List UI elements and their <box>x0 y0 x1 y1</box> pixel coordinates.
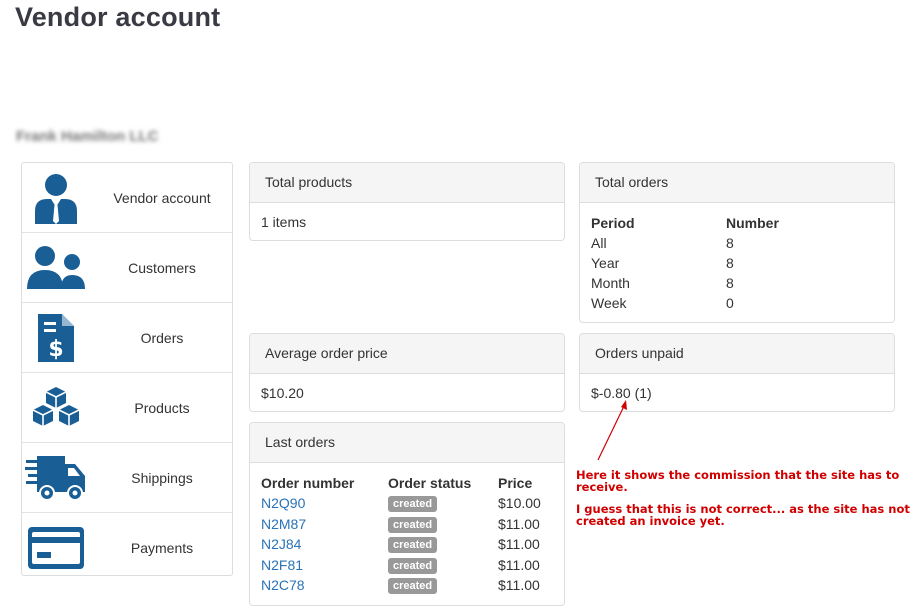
total-orders-panel: Total orders Period Number All 8 Year 8 … <box>579 162 895 323</box>
column-header: Order status <box>388 475 472 491</box>
total-orders-table: Period Number All 8 Year 8 Month 8 Week … <box>591 213 779 313</box>
period-cell: Month <box>591 275 630 291</box>
sidebar-item-shippings[interactable]: Shippings <box>22 443 232 513</box>
average-order-price-panel: Average order price $10.20 <box>249 333 565 412</box>
column-header: Price <box>498 475 533 491</box>
status-badge: created <box>388 537 438 554</box>
order-number-link[interactable]: N2M87 <box>261 516 306 532</box>
table-row: Month 8 <box>591 273 779 293</box>
order-number-link[interactable]: N2F81 <box>261 557 303 573</box>
price-cell: $10.00 <box>498 495 541 512</box>
table-row: N2F81 created $11.00 <box>261 555 541 576</box>
truck-icon <box>24 449 88 507</box>
sidebar-item-label: Shippings <box>131 469 193 486</box>
annotation-text: Here it shows the commission that the si… <box>576 469 910 527</box>
table-row: All 8 <box>591 233 779 253</box>
table-row: N2Q90 created $10.00 <box>261 493 541 514</box>
svg-text:$: $ <box>48 337 63 362</box>
annotation-line: created an invoice yet. <box>576 514 725 528</box>
status-badge: created <box>388 578 438 595</box>
column-header: Number <box>726 215 779 231</box>
table-row: N2C78 created $11.00 <box>261 575 541 596</box>
column-header: Order number <box>261 475 355 491</box>
sidebar-item-label: Customers <box>128 259 196 276</box>
panel-heading: Orders unpaid <box>580 334 894 374</box>
number-cell: 0 <box>726 295 734 311</box>
price-cell: $11.00 <box>498 556 540 573</box>
status-badge: created <box>388 496 438 513</box>
sidebar-item-label: Payments <box>130 539 194 556</box>
table-row: N2M87 created $11.00 <box>261 514 541 535</box>
price-cell: $11.00 <box>498 515 540 532</box>
invoice-dollar-icon: $ <box>24 309 88 367</box>
order-number-link[interactable]: N2Q90 <box>261 495 305 511</box>
last-orders-table: Order number Order status Price N2Q90 cr… <box>261 473 541 596</box>
number-cell: 8 <box>726 255 734 271</box>
panel-heading: Average order price <box>250 334 564 374</box>
credit-card-icon <box>24 519 88 577</box>
table-header-row: Order number Order status Price <box>261 473 541 493</box>
column-header: Period <box>591 215 635 231</box>
table-header-row: Period Number <box>591 213 779 233</box>
sidebar-item-label: Orders <box>140 329 184 346</box>
customers-icon <box>24 239 88 297</box>
sidebar-item-payments[interactable]: Payments <box>22 513 232 582</box>
vendor-name: Frank Hamilton LLC <box>16 128 159 145</box>
panel-heading: Total orders <box>580 163 894 203</box>
table-row: Year 8 <box>591 253 779 273</box>
annotation-line: receive. <box>576 480 628 494</box>
price-cell: $11.00 <box>498 536 540 553</box>
period-cell: Year <box>591 255 620 271</box>
status-badge: created <box>388 516 438 533</box>
average-order-price-value: $10.20 <box>261 385 304 401</box>
total-products-value: 1 items <box>261 214 307 230</box>
period-cell: Week <box>591 295 627 311</box>
boxes-icon <box>24 379 88 437</box>
sidebar-item-orders[interactable]: $ Orders <box>22 303 232 373</box>
sidebar-item-label: Vendor account <box>113 189 211 206</box>
sidebar-item-label: Products <box>134 399 190 416</box>
vendor-user-icon <box>24 169 88 227</box>
sidebar-nav: Vendor account Customers $ Orders Produc… <box>21 162 233 576</box>
panel-heading: Total products <box>250 163 564 203</box>
panel-heading: Last orders <box>250 423 564 463</box>
number-cell: 8 <box>726 275 734 291</box>
last-orders-panel: Last orders Order number Order status Pr… <box>249 422 565 606</box>
sidebar-item-customers[interactable]: Customers <box>22 233 232 303</box>
table-row: Week 0 <box>591 293 779 313</box>
number-cell: 8 <box>726 235 734 251</box>
annotation-arrow <box>597 400 627 461</box>
status-badge: created <box>388 557 438 574</box>
price-cell: $11.00 <box>498 577 540 594</box>
sidebar-item-vendor-account[interactable]: Vendor account <box>22 163 232 233</box>
order-number-link[interactable]: N2J84 <box>261 536 301 552</box>
sidebar-item-products[interactable]: Products <box>22 373 232 443</box>
order-number-link[interactable]: N2C78 <box>261 577 305 593</box>
page-title: Vendor account <box>15 2 221 32</box>
total-products-panel: Total products 1 items <box>249 162 565 241</box>
period-cell: All <box>591 235 607 251</box>
table-row: N2J84 created $11.00 <box>261 534 541 555</box>
